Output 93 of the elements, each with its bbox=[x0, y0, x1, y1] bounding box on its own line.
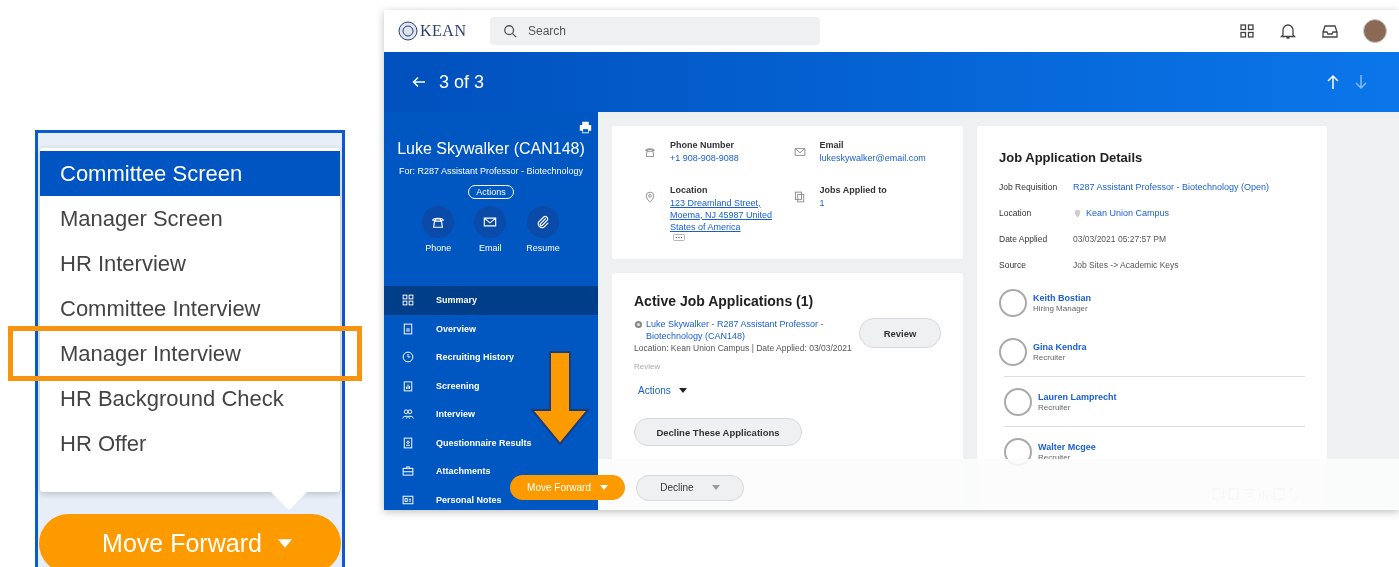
caret-icon bbox=[711, 485, 720, 490]
people-icon bbox=[402, 408, 414, 421]
field-label: Email bbox=[819, 140, 845, 150]
detail-value: 03/03/2021 05:27:57 PM bbox=[1073, 234, 1167, 244]
id-badge-icon bbox=[402, 436, 414, 449]
decline-applications-button[interactable]: Decline These Applications bbox=[634, 418, 802, 446]
detail-label: Source bbox=[999, 260, 1027, 270]
inbox-icon[interactable] bbox=[1321, 22, 1339, 40]
caret-icon bbox=[277, 539, 292, 548]
menu-item[interactable]: Manager Screen bbox=[40, 196, 340, 241]
person-role: Recruiter bbox=[1038, 403, 1072, 412]
nav-item[interactable]: Attachments bbox=[384, 457, 493, 486]
field-value-link[interactable]: +1 908-908-9088 bbox=[670, 152, 782, 164]
avatar bbox=[999, 288, 1027, 317]
person-role: Recruiter bbox=[1038, 453, 1072, 462]
menu-item[interactable]: Committee Screen bbox=[40, 151, 340, 196]
paperclip-icon bbox=[536, 215, 550, 229]
detail-label: Job Requisition bbox=[999, 182, 1059, 192]
briefcase-icon bbox=[402, 465, 414, 478]
quick-action-button[interactable] bbox=[422, 206, 455, 238]
up-arrow-icon[interactable] bbox=[1325, 74, 1341, 90]
detail-label: Location bbox=[999, 208, 1033, 218]
application-details: Location: Kean Union Campus | Date Applied: 03/03/2021 bbox=[634, 343, 853, 353]
requisition-text: For: R287 Assistant Professor - Biotechnology bbox=[398, 166, 584, 176]
quick-action-label: Phone bbox=[425, 243, 452, 253]
status-text: Review bbox=[634, 362, 662, 371]
person-link[interactable]: Walter Mcgee bbox=[1038, 441, 1096, 453]
nav-item[interactable]: Overview bbox=[384, 314, 479, 343]
decline-button[interactable]: Decline bbox=[636, 474, 744, 501]
logo-text: KEAN bbox=[420, 22, 467, 40]
field-label: Jobs Applied to bbox=[819, 184, 888, 195]
quick-action-button[interactable] bbox=[527, 206, 559, 238]
grid-icon bbox=[402, 294, 414, 307]
candidate-name: Luke Skywalker (CAN148) bbox=[397, 140, 585, 158]
envelope-icon bbox=[793, 146, 806, 158]
avatar[interactable] bbox=[1363, 19, 1387, 43]
nav-item[interactable]: Personal Notes bbox=[384, 485, 504, 510]
detail-value: Job Sites -> Academic Keys bbox=[1073, 260, 1179, 270]
menu-item[interactable]: HR Offer bbox=[40, 421, 340, 466]
nav-item[interactable]: Questionnaire Results bbox=[384, 428, 534, 457]
application-link[interactable]: Luke Skywalker - R287 Assistant Professor - Biotechnology (CAN148) bbox=[646, 318, 846, 342]
apps-icon[interactable] bbox=[1239, 23, 1255, 39]
person-role: Hiring Manager bbox=[1033, 304, 1089, 313]
field-label: Phone Number bbox=[670, 140, 735, 150]
requisition-link[interactable]: R287 Assistant Professor - Biotechnology (Open) bbox=[1073, 181, 1270, 193]
clipboard-icon bbox=[402, 379, 414, 392]
document-icon bbox=[402, 322, 414, 335]
bell-icon[interactable] bbox=[1279, 22, 1297, 40]
search-icon bbox=[503, 24, 517, 38]
page-title: 3 of 3 bbox=[439, 71, 485, 93]
nav-item[interactable]: Interview bbox=[384, 400, 477, 429]
location-link[interactable]: Kean Union Campus bbox=[1086, 207, 1170, 219]
avatar bbox=[1004, 387, 1032, 416]
location-pin-icon bbox=[644, 190, 656, 203]
nav-item[interactable]: Summary bbox=[384, 286, 598, 315]
detail-label: Date Applied bbox=[999, 234, 1049, 244]
printer-icon[interactable] bbox=[579, 121, 592, 134]
menu-item[interactable]: HR Background Check bbox=[40, 376, 340, 421]
menu-item[interactable]: HR Interview bbox=[40, 241, 340, 286]
card-title: Job Application Details bbox=[999, 150, 1144, 165]
menu-item[interactable]: Manager Interview bbox=[40, 331, 340, 376]
seal-icon bbox=[398, 21, 418, 41]
field-value-link[interactable]: lukeskywalker@email.com bbox=[819, 152, 932, 164]
back-arrow-icon[interactable] bbox=[411, 74, 427, 90]
person-role: Recruiter bbox=[1033, 353, 1067, 362]
clock-icon bbox=[402, 351, 414, 364]
id-card-icon bbox=[402, 493, 414, 506]
person-link[interactable]: Keith Bostian bbox=[1033, 292, 1091, 304]
location-pin-icon bbox=[1073, 208, 1082, 218]
search-field[interactable]: Search bbox=[490, 17, 820, 45]
envelope-icon bbox=[483, 215, 498, 229]
phone-icon bbox=[431, 215, 446, 229]
person-link[interactable]: Lauren Lamprecht bbox=[1038, 391, 1117, 403]
avatar bbox=[999, 337, 1027, 366]
field-value-link[interactable]: 123 Dreamland Street, Moema, NJ 45987 United States of America bbox=[670, 196, 782, 233]
quick-action-label: Resume bbox=[526, 243, 560, 253]
caret-icon bbox=[678, 388, 687, 393]
nav-item[interactable]: Screening bbox=[384, 371, 482, 400]
person-link[interactable]: Gina Kendra bbox=[1033, 341, 1087, 353]
more-icon[interactable] bbox=[673, 233, 685, 241]
phone-icon bbox=[644, 146, 656, 158]
menu-item[interactable]: Committee Interview bbox=[40, 286, 340, 331]
actions-dropdown[interactable]: Actions bbox=[638, 385, 687, 396]
quick-action-button[interactable] bbox=[474, 206, 507, 238]
card-title: Active Job Applications (1) bbox=[634, 293, 815, 309]
field-label: Location bbox=[670, 184, 709, 195]
documents-icon bbox=[793, 190, 806, 203]
quick-action-label: Email bbox=[478, 243, 502, 253]
field-value-link[interactable]: 1 bbox=[819, 196, 932, 209]
review-button[interactable]: Review bbox=[859, 318, 941, 348]
nav-item[interactable]: Recruiting History bbox=[384, 343, 516, 372]
status-icon bbox=[634, 320, 643, 329]
caret-icon bbox=[599, 485, 608, 490]
